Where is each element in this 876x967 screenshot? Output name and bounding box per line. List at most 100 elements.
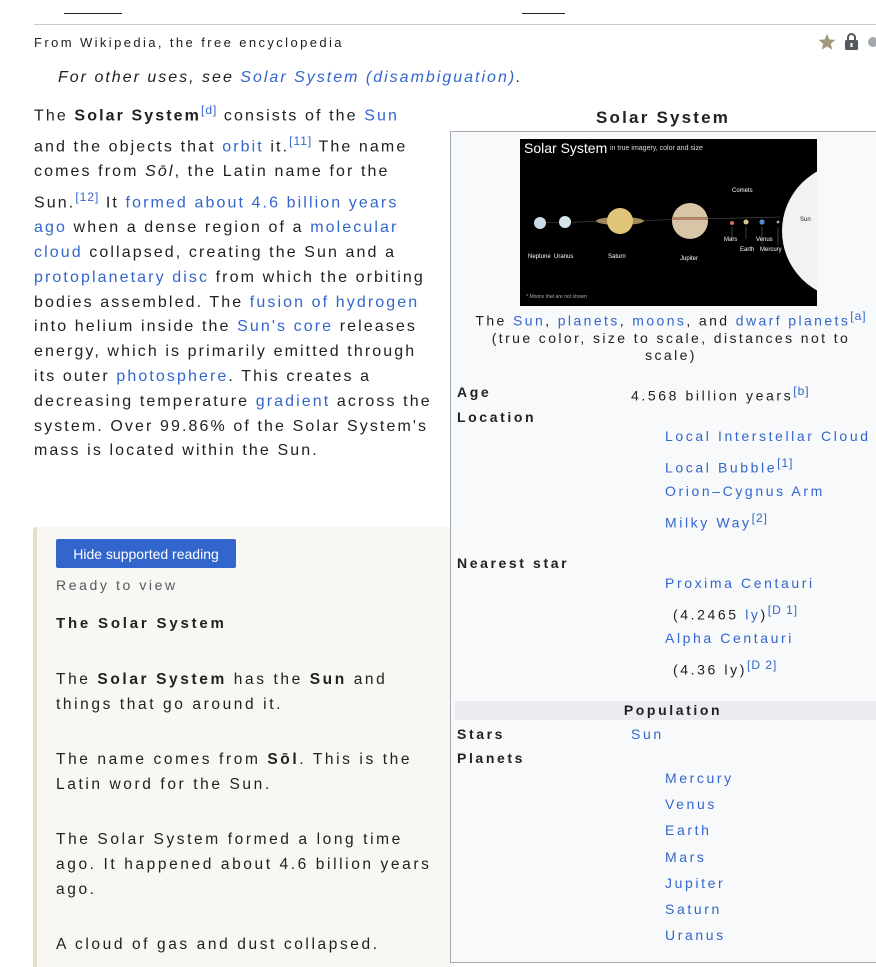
link-orbit[interactable]: orbit	[222, 138, 264, 155]
label-mercury: Mercury	[760, 247, 782, 253]
tab-underline-article	[64, 13, 122, 14]
infobox-caption: Solar System	[596, 108, 731, 127]
lead-text: and the objects that	[34, 138, 223, 156]
link-earth[interactable]: Earth	[665, 822, 711, 838]
ref-b[interactable]: [b]	[793, 384, 809, 398]
link-venus[interactable]: Venus	[665, 796, 717, 812]
caption-text: , and	[686, 312, 736, 329]
location-local-bubble: Local Bubble[1]	[665, 456, 794, 476]
lead-text: consists of the	[217, 107, 365, 125]
lead-text: it.	[263, 138, 290, 156]
image-subtitle: in true imagery, color and size	[610, 145, 703, 152]
proxima-distance: (4.2465 ly)[D 1]	[673, 603, 798, 623]
reading-status: Ready to view	[56, 577, 178, 593]
hatnote-suffix: .	[516, 69, 523, 86]
label-uranus: Uranus	[554, 254, 574, 260]
page-indicators	[818, 33, 876, 56]
lead-text: The	[34, 107, 75, 125]
age-text: 4.568 billion years	[631, 387, 794, 404]
image-footnote: * Moons that are not shown	[526, 294, 587, 300]
image-caption: The Sun, planets, moons, and dwarf plane…	[465, 308, 876, 364]
reading-paragraph-1: The Solar System has the Sun and things …	[56, 667, 436, 717]
population-header: Population	[455, 701, 876, 720]
planets-label: Planets	[457, 750, 525, 766]
link-local-bubble[interactable]: Local Bubble	[665, 460, 777, 476]
location-label: Location	[457, 409, 537, 425]
link-milky-way[interactable]: Milky Way	[665, 515, 752, 531]
label-mars: Mars	[724, 237, 738, 243]
lead-text: when a dense region of a	[67, 219, 311, 237]
lead-bold-title: Solar System	[74, 107, 202, 125]
solar-system-image[interactable]: Solar System in true imagery, color and …	[520, 139, 817, 306]
label-venus: Venus	[756, 237, 773, 243]
reading-paragraph-3: The Solar System formed a long time ago.…	[56, 831, 432, 898]
label-jupiter: Jupiter	[680, 256, 699, 262]
link-orion-cygnus-arm[interactable]: Orion–Cygnus Arm	[665, 483, 825, 499]
hide-supported-reading-button[interactable]: Hide supported reading	[56, 539, 236, 568]
link-photosphere[interactable]: photosphere	[116, 368, 228, 385]
label-comets: Comets	[732, 188, 753, 194]
image-title: Solar System	[524, 140, 608, 156]
star-icon[interactable]	[818, 33, 836, 56]
supported-reading-panel: Hide supported reading Ready to view The…	[33, 527, 454, 967]
distance-text: (4.36 ly)	[673, 661, 747, 678]
ref-d1[interactable]: [D 1]	[768, 603, 798, 617]
link-sun[interactable]: Sun	[364, 107, 399, 124]
lock-icon[interactable]	[844, 33, 859, 56]
ref-12[interactable]: [12]	[75, 190, 99, 204]
ref-d[interactable]: [d]	[201, 103, 217, 117]
link-jupiter[interactable]: Jupiter	[665, 875, 725, 891]
distance-text: )	[760, 606, 768, 623]
stars-label: Stars	[457, 726, 506, 742]
audio-icon[interactable]	[867, 33, 876, 56]
caption-text: ,	[619, 312, 633, 329]
ref-a[interactable]: [a]	[850, 309, 866, 323]
reading-title: The Solar System	[56, 615, 227, 632]
age-value: 4.568 billion years[b]	[631, 384, 810, 404]
reading-paragraph-4: A cloud of gas and dust collapsed.	[56, 936, 380, 953]
link-mars[interactable]: Mars	[665, 849, 707, 865]
ref-d2[interactable]: [D 2]	[747, 658, 777, 672]
label-saturn: Saturn	[608, 254, 626, 260]
link-local-interstellar-cloud[interactable]: Local Interstellar Cloud	[665, 428, 871, 444]
label-sun: Sun	[800, 217, 811, 223]
header-divider	[34, 24, 876, 25]
location-milky-way: Milky Way[2]	[665, 511, 768, 531]
link-light-year[interactable]: ly	[745, 607, 760, 623]
reading-bold: Sun	[309, 671, 347, 688]
reading-text: The	[56, 671, 98, 688]
site-tagline: From Wikipedia, the free encyclopedia	[34, 35, 344, 50]
ref-2[interactable]: [2]	[752, 511, 768, 525]
caption-link-moons[interactable]: moons	[632, 313, 686, 329]
tab-underline-read	[522, 13, 565, 14]
lead-latin-word: Sōl	[145, 163, 175, 181]
lead-text: into helium inside the	[34, 318, 238, 336]
link-protoplanetary-disc[interactable]: protoplanetary disc	[34, 269, 209, 286]
ref-11[interactable]: [11]	[289, 134, 312, 148]
link-fusion[interactable]: fusion of hydrogen	[250, 294, 419, 311]
reading-paragraph-2: The name comes from Sōl. This is the Lat…	[56, 747, 436, 797]
link-mercury[interactable]: Mercury	[665, 770, 734, 786]
link-gradient[interactable]: gradient	[256, 393, 331, 410]
caption-link-planets[interactable]: planets	[558, 313, 620, 329]
ref-1[interactable]: [1]	[777, 456, 793, 470]
link-proxima-centauri[interactable]: Proxima Centauri	[665, 575, 815, 591]
link-stars-sun[interactable]: Sun	[631, 726, 664, 742]
lead-text: It	[99, 194, 126, 212]
reading-text: The name comes from	[56, 751, 268, 768]
disambiguation-link[interactable]: Solar System (disambiguation)	[240, 69, 516, 86]
label-earth: Earth	[740, 247, 755, 253]
label-neptune: Neptune	[528, 254, 551, 260]
link-alpha-centauri[interactable]: Alpha Centauri	[665, 630, 794, 646]
link-solar-core[interactable]: Sun's core	[237, 318, 333, 335]
caption-link-dwarf-planets[interactable]: dwarf planets	[736, 313, 850, 329]
reading-bold: Solar System	[97, 671, 227, 688]
lead-paragraph: The Solar System[d] consists of the Sun …	[34, 98, 434, 464]
caption-link-sun[interactable]: Sun	[513, 313, 545, 329]
link-saturn[interactable]: Saturn	[665, 901, 722, 917]
age-label: Age	[457, 384, 492, 400]
link-uranus[interactable]: Uranus	[665, 927, 726, 943]
caption-text: The	[475, 312, 514, 329]
solar-system-illustration	[534, 171, 817, 291]
lead-text: collapsed, creating the Sun and a	[82, 243, 397, 261]
